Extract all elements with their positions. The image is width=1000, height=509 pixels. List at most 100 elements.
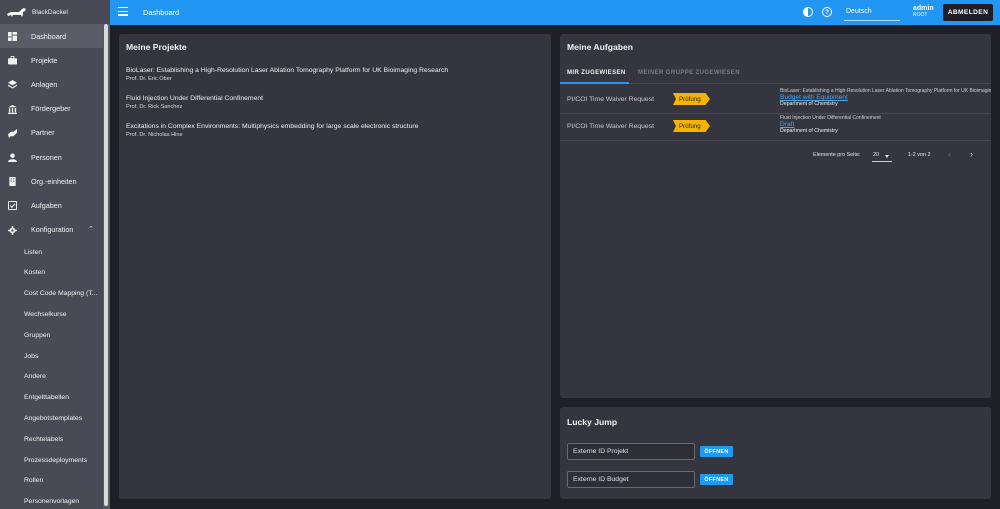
building-icon bbox=[8, 177, 17, 187]
projects-card: Meine Projekte BioLaser: Establishing a … bbox=[119, 34, 551, 499]
sidebar-item-label: Konfiguration bbox=[31, 225, 74, 235]
sidebar-item-label: Personen bbox=[31, 152, 62, 162]
page-size-value: 20 bbox=[873, 152, 879, 158]
sidebar-item-org-einheiten[interactable]: Org.-einheiten bbox=[0, 169, 110, 193]
sidebar-item-label: Anlagen bbox=[31, 79, 58, 89]
sidebar-item-partner[interactable]: Partner bbox=[0, 121, 110, 145]
bank-icon bbox=[8, 104, 17, 114]
external-budget-id-input[interactable]: Externe ID Budget bbox=[567, 471, 695, 488]
input-placeholder: Externe ID Budget bbox=[573, 476, 629, 483]
sidebar-item-aufgaben[interactable]: Aufgaben bbox=[0, 193, 110, 217]
task-name: PI/COI Time Waiver Request bbox=[567, 123, 654, 130]
user-info: admin ROOT bbox=[913, 5, 934, 18]
sidebar-item-konfiguration[interactable]: Konfiguration ⌃ bbox=[0, 218, 110, 242]
sidebar-scrollbar[interactable] bbox=[104, 24, 108, 506]
page-size-label: Elemente pro Seite: bbox=[813, 152, 861, 158]
tab-meiner-gruppe-zugewiesen[interactable]: MEINER GRUPPE ZUGEWIESEN bbox=[638, 70, 740, 76]
sidebar-subitem-entgelttabellen[interactable]: Entgelttabellen bbox=[0, 387, 104, 408]
task-row[interactable]: PI/COI Time Waiver Request Prüfung Fluid… bbox=[560, 114, 991, 141]
input-placeholder: Externe ID Projekt bbox=[573, 448, 629, 455]
status-badge: Prüfung bbox=[673, 93, 710, 105]
task-department: Department of Chemistry bbox=[780, 101, 838, 107]
task-info: BioLaser: Establishing a High-Resolution… bbox=[780, 88, 991, 107]
sidebar: BlackDackel Dashboard Projekte Anlagen F… bbox=[0, 0, 110, 509]
sidebar-item-label: Dashboard bbox=[31, 31, 67, 41]
language-value: Deutsch bbox=[846, 8, 872, 15]
page-size-select[interactable]: 20 bbox=[872, 151, 892, 162]
sidebar-item-label: Partner bbox=[31, 128, 55, 138]
open-budget-button[interactable]: ÖFFNEN bbox=[700, 474, 733, 485]
page-range: 1-2 von 2 bbox=[908, 152, 931, 158]
project-item[interactable]: Fluid Injection Under Differential Confi… bbox=[126, 95, 263, 110]
sidebar-subitem-cost-code-mapping[interactable]: Cost Code Mapping (T... bbox=[0, 283, 104, 304]
sidebar-subitem-angebotstemplates[interactable]: Angebotstemplates bbox=[0, 408, 104, 429]
logout-button[interactable]: ABMELDEN bbox=[943, 4, 993, 21]
dashboard-icon bbox=[8, 32, 17, 41]
lucky-jump-card: Lucky Jump Externe ID Projekt ÖFFNEN Ext… bbox=[560, 407, 991, 499]
project-pi: Prof. Dr. Eric Ober bbox=[126, 76, 172, 82]
sidebar-subitem-listen[interactable]: Listen bbox=[0, 242, 104, 263]
sidebar-subitem-personenvorlagen[interactable]: Personenvorlagen bbox=[0, 491, 104, 509]
sidebar-subitem-prozessdeployments[interactable]: Prozessdeployments bbox=[0, 450, 104, 471]
app-root: BlackDackel Dashboard Projekte Anlagen F… bbox=[0, 0, 1000, 509]
paginator: Elemente pro Seite: 20 1-2 von 2 ‹ › bbox=[560, 147, 991, 163]
sidebar-subitem-andere[interactable]: Andere bbox=[0, 366, 104, 387]
user-name: admin bbox=[913, 5, 934, 12]
brand-name: BlackDackel bbox=[32, 8, 68, 16]
chevron-up-icon[interactable]: ⌃ bbox=[88, 225, 94, 233]
sidebar-item-label: Projekte bbox=[31, 55, 58, 65]
tasks-tabs: MIR ZUGEWIESEN MEINER GRUPPE ZUGEWIESEN bbox=[560, 65, 991, 84]
project-pi: Prof. Dr. Nicholas Hine bbox=[126, 132, 183, 138]
sidebar-item-personen[interactable]: Personen bbox=[0, 145, 110, 169]
sidebar-item-foerdergeber[interactable]: Fördergeber bbox=[0, 97, 110, 121]
checkbox-icon bbox=[8, 201, 17, 211]
sidebar-item-anlagen[interactable]: Anlagen bbox=[0, 72, 110, 96]
briefcase-icon bbox=[8, 56, 17, 65]
theme-toggle-icon[interactable] bbox=[803, 7, 813, 17]
chevron-left-icon[interactable]: ‹ bbox=[948, 149, 951, 159]
page-title: Dashboard bbox=[143, 8, 180, 17]
sidebar-subitem-rollen[interactable]: Rollen bbox=[0, 470, 104, 491]
task-department: Department of Chemistry bbox=[780, 128, 838, 134]
sidebar-subitem-jobs[interactable]: Jobs bbox=[0, 346, 104, 367]
project-title[interactable]: BioLaser: Establishing a High-Resolution… bbox=[126, 67, 448, 74]
project-item[interactable]: Excitations in Complex Environments: Mul… bbox=[126, 123, 418, 138]
task-name: PI/COI Time Waiver Request bbox=[567, 96, 654, 103]
stack-icon bbox=[8, 80, 17, 89]
sidebar-subitem-kosten[interactable]: Kosten bbox=[0, 262, 104, 283]
project-item[interactable]: BioLaser: Establishing a High-Resolution… bbox=[126, 67, 448, 82]
project-pi: Prof. Dr. Rick Sanchez bbox=[126, 104, 183, 110]
help-icon[interactable]: ? bbox=[822, 7, 832, 17]
brand[interactable]: BlackDackel bbox=[0, 0, 110, 24]
open-project-button[interactable]: ÖFFNEN bbox=[700, 446, 733, 457]
project-title[interactable]: Excitations in Complex Environments: Mul… bbox=[126, 123, 418, 130]
sidebar-item-label: Org.-einheiten bbox=[31, 176, 77, 186]
tasks-card-title: Meine Aufgaben bbox=[567, 42, 634, 52]
sidebar-subitem-gruppen[interactable]: Gruppen bbox=[0, 325, 104, 346]
external-project-id-input[interactable]: Externe ID Projekt bbox=[567, 443, 695, 460]
sidebar-item-label: Aufgaben bbox=[31, 200, 62, 210]
sidebar-item-label: Fördergeber bbox=[31, 104, 71, 114]
task-info: Fluid Injection Under Differential Confi… bbox=[780, 115, 991, 134]
menu-icon[interactable] bbox=[118, 7, 128, 17]
lucky-jump-title: Lucky Jump bbox=[567, 417, 618, 427]
budget-link[interactable]: Draft bbox=[780, 121, 991, 128]
sidebar-subitem-wechselkurse[interactable]: Wechselkurse bbox=[0, 304, 104, 325]
tasks-card: Meine Aufgaben MIR ZUGEWIESEN MEINER GRU… bbox=[560, 34, 991, 398]
person-icon bbox=[8, 153, 17, 162]
budget-link[interactable]: Budget with Equipment bbox=[780, 94, 991, 101]
handshake-icon bbox=[8, 128, 17, 138]
user-role: ROOT bbox=[913, 12, 928, 18]
sidebar-item-dashboard[interactable]: Dashboard bbox=[0, 24, 110, 49]
sidebar-subitem-rechtelabels[interactable]: Rechtelabels bbox=[0, 429, 104, 450]
tab-mir-zugewiesen[interactable]: MIR ZUGEWIESEN bbox=[567, 70, 626, 76]
dropdown-arrow-icon bbox=[885, 155, 889, 158]
active-tab-indicator bbox=[560, 82, 629, 84]
topbar: Dashboard ? Deutsch admin ROOT ABMELDEN bbox=[110, 0, 1000, 25]
project-title[interactable]: Fluid Injection Under Differential Confi… bbox=[126, 95, 263, 102]
language-select[interactable]: Deutsch bbox=[844, 4, 900, 21]
gear-icon bbox=[8, 225, 17, 235]
task-row[interactable]: PI/COI Time Waiver Request Prüfung BioLa… bbox=[560, 87, 991, 114]
sidebar-item-projekte[interactable]: Projekte bbox=[0, 48, 110, 72]
chevron-right-icon[interactable]: › bbox=[970, 149, 973, 159]
